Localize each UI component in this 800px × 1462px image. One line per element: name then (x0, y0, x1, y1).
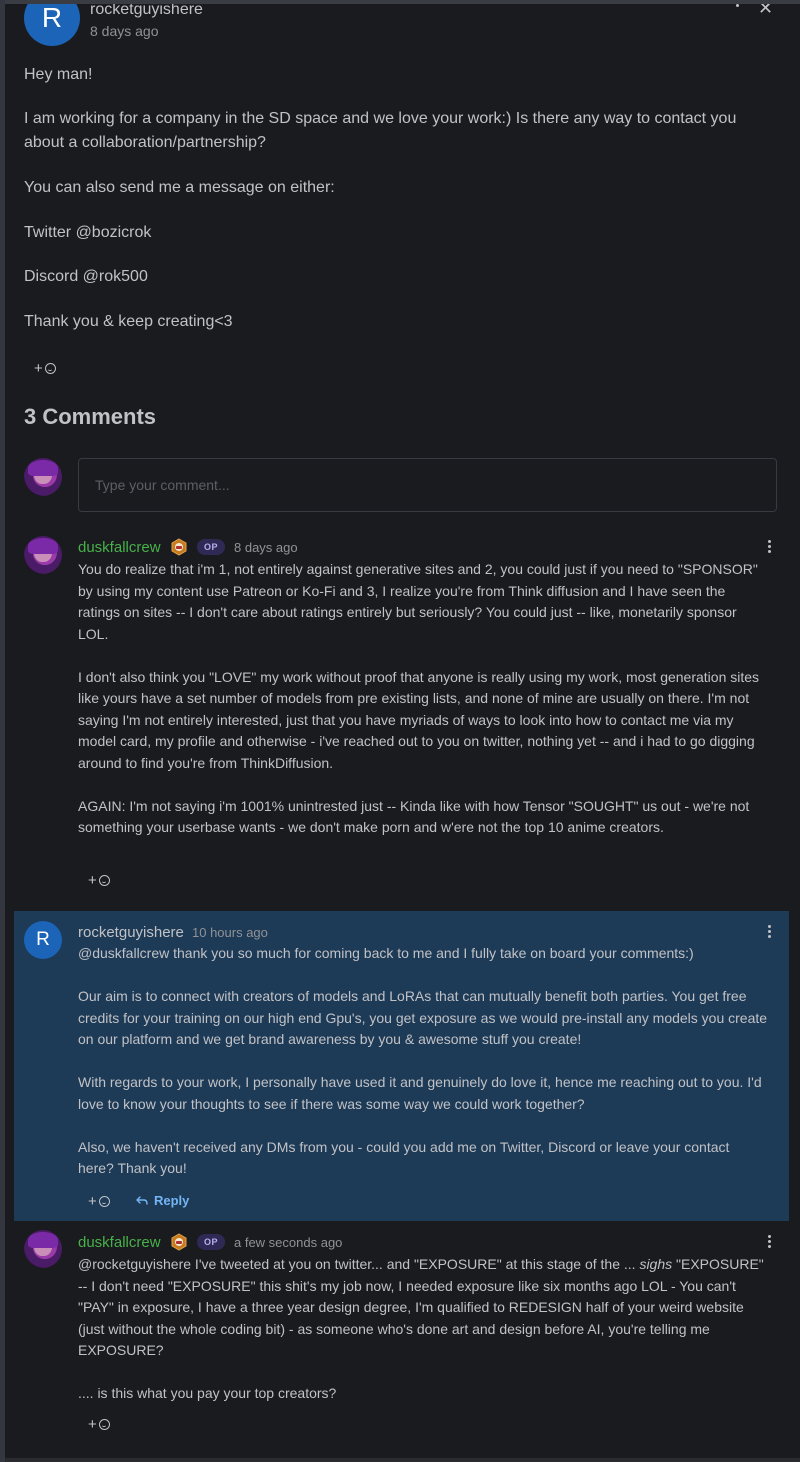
comment-text-part: "EXPOSURE" -- I don't need "EXPOSURE" th… (78, 1256, 764, 1401)
post-paragraph: Discord @rok500 (24, 268, 148, 285)
plus-icon: + (88, 1193, 97, 1210)
comment-author-name[interactable]: rocketguyishere (78, 924, 184, 941)
comment-time: a few seconds ago (234, 1235, 343, 1250)
comment-options-icon[interactable] (768, 540, 772, 553)
comment-author-name[interactable]: duskfallcrew (78, 1234, 161, 1251)
op-badge: OP (197, 1234, 226, 1250)
avatar-letter: R (41, 4, 63, 33)
comment-text-part: @rocketguyishere I've tweeted at you on … (78, 1256, 640, 1272)
reply-arrow-icon (136, 1195, 148, 1205)
smiley-icon (98, 1419, 110, 1430)
more-options-icon[interactable] (736, 4, 740, 7)
reply-label: Reply (154, 1193, 190, 1208)
add-reaction-button[interactable]: + (34, 360, 56, 377)
comment-options-icon[interactable] (768, 1235, 772, 1248)
comment-input-box[interactable] (78, 458, 777, 512)
current-user-avatar (24, 458, 62, 496)
comment-time: 8 days ago (234, 540, 298, 555)
smiley-icon (44, 363, 56, 374)
comment-author-avatar[interactable]: R (24, 921, 62, 959)
plus-icon: + (88, 872, 97, 889)
post-time: 8 days ago (90, 23, 159, 39)
comments-heading: 3 Comments (24, 404, 157, 429)
smiley-icon (98, 875, 110, 886)
comment-author-avatar[interactable] (24, 536, 62, 574)
comment-text: You do realize that i'm 1, not entirely … (78, 561, 760, 835)
comment-text: @rocketguyishere I've tweeted at you on … (78, 1254, 768, 1405)
creator-badge-icon (171, 1233, 187, 1251)
comment-author-name[interactable]: duskfallcrew (78, 539, 161, 556)
post-paragraph: You can also send me a message on either… (24, 179, 335, 196)
creator-badge-icon (171, 538, 187, 556)
add-reaction-button[interactable]: + (88, 1416, 110, 1433)
add-reaction-button[interactable]: + (88, 1193, 110, 1210)
smiley-icon (98, 1196, 110, 1207)
op-badge: OP (197, 539, 226, 555)
post-author-avatar[interactable]: R (24, 4, 80, 46)
avatar-letter: R (36, 929, 50, 950)
post-paragraph: I am working for a company in the SD spa… (24, 110, 737, 151)
comment-time: 10 hours ago (192, 925, 268, 940)
reply-button[interactable]: Reply (136, 1193, 189, 1208)
plus-icon: + (34, 360, 43, 377)
comment-input[interactable] (79, 459, 776, 511)
plus-icon: + (88, 1416, 97, 1433)
comment-text: @duskfallcrew thank you so much for comi… (78, 945, 768, 1176)
close-icon[interactable]: ✕ (758, 4, 773, 19)
post-paragraph: Thank you & keep creating<3 (24, 313, 233, 330)
add-reaction-button[interactable]: + (88, 872, 110, 889)
comment-options-icon[interactable] (768, 925, 772, 938)
post-paragraph: Twitter @bozicrok (24, 224, 152, 241)
comment-text-emphasis: sighs (639, 1256, 673, 1272)
post-paragraph: Hey man! (24, 66, 93, 83)
post-author-name[interactable]: rocketguyishere (90, 4, 203, 19)
comment-author-avatar[interactable] (24, 1230, 62, 1268)
post-modal: ✕ R rocketguyishere 8 days ago Hey man! … (5, 4, 800, 1458)
